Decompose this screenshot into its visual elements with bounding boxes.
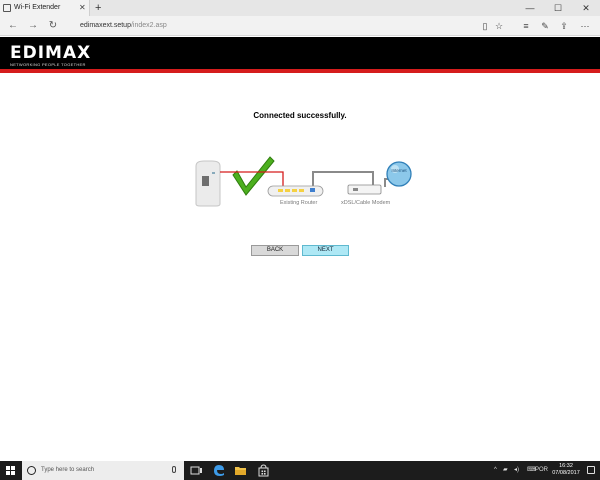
more-icon[interactable]: ⋯ — [578, 19, 592, 33]
router-icon — [267, 185, 324, 197]
hub-icon[interactable]: ≡ — [519, 19, 533, 33]
next-button[interactable]: NEXT — [302, 245, 349, 256]
back-button[interactable]: BACK — [251, 245, 299, 256]
reading-view-icon[interactable]: ▯ — [478, 19, 492, 33]
back-arrow-icon[interactable]: ← — [6, 19, 20, 33]
share-icon[interactable]: ⇪ — [557, 19, 571, 33]
internet-globe-icon — [386, 161, 412, 187]
new-tab-button[interactable]: + — [95, 0, 101, 16]
input-language[interactable]: POR — [535, 461, 548, 480]
minimize-button[interactable]: — — [516, 0, 544, 16]
store-icon[interactable] — [257, 464, 270, 477]
refresh-icon[interactable]: ↻ — [46, 19, 60, 33]
forward-arrow-icon[interactable]: → — [26, 19, 40, 33]
windows-taskbar: Type here to search ^ ▰ ◂) ⌨ POR 16:32 0… — [0, 461, 600, 480]
address-bar[interactable]: edimaxext.setup/index2.asp — [74, 19, 474, 33]
tab-strip: Wi-Fi Extender ✕ + — ☐ ✕ — [0, 0, 600, 16]
modem-icon — [347, 184, 382, 195]
url-host: edimaxext.setup — [80, 22, 131, 29]
search-placeholder: Type here to search — [41, 467, 95, 473]
clock-time: 16:32 — [559, 463, 573, 469]
microphone-icon[interactable] — [172, 466, 176, 473]
tray-chevron-icon[interactable]: ^ — [494, 461, 497, 480]
volume-icon[interactable]: ◂) — [514, 461, 519, 480]
favorite-star-icon[interactable]: ☆ — [492, 19, 506, 33]
url-path: /index2.asp — [130, 22, 167, 29]
edge-icon[interactable] — [212, 464, 225, 477]
system-clock[interactable]: 16:32 07/08/2017 — [548, 463, 584, 477]
internet-label: Internet — [391, 168, 407, 173]
connection-diagram: Internet Existing Router xDSL/Cable Mode… — [190, 152, 420, 212]
file-explorer-icon[interactable] — [234, 464, 247, 477]
brand-tagline: NETWORKING PEOPLE TOGETHER — [10, 62, 86, 67]
tab-close-icon[interactable]: ✕ — [79, 0, 86, 16]
close-window-button[interactable]: ✕ — [572, 0, 600, 16]
modem-label: xDSL/Cable Modem — [341, 200, 391, 206]
page-favicon-icon — [3, 4, 11, 12]
task-view-icon[interactable] — [190, 464, 203, 477]
clock-date: 07/08/2017 — [552, 470, 580, 476]
navigation-bar: ← → ↻ edimaxext.setup/index2.asp ▯ ☆ ≡ ✎… — [0, 16, 600, 36]
status-headline: Connected successfully. — [253, 111, 347, 120]
taskbar-search-input[interactable]: Type here to search — [22, 461, 184, 480]
success-checkmark-icon — [232, 156, 275, 196]
edimax-logo: EDIMAX — [10, 43, 92, 63]
notes-icon[interactable]: ✎ — [538, 19, 552, 33]
network-icon[interactable]: ▰ — [503, 461, 508, 480]
tab-title: Wi-Fi Extender — [14, 4, 61, 11]
browser-tab[interactable]: Wi-Fi Extender ✕ — [0, 0, 90, 16]
brand-header: EDIMAX NETWORKING PEOPLE TOGETHER — [0, 37, 600, 71]
router-label: Existing Router — [280, 200, 318, 206]
notifications-icon[interactable] — [587, 466, 595, 474]
wifi-extender-device-icon — [195, 160, 221, 207]
window-controls: — ☐ ✕ — [516, 0, 600, 16]
windows-start-icon[interactable] — [6, 466, 16, 476]
maximize-button[interactable]: ☐ — [544, 0, 572, 16]
header-accent-line — [0, 69, 600, 73]
search-circle-icon — [27, 466, 36, 475]
